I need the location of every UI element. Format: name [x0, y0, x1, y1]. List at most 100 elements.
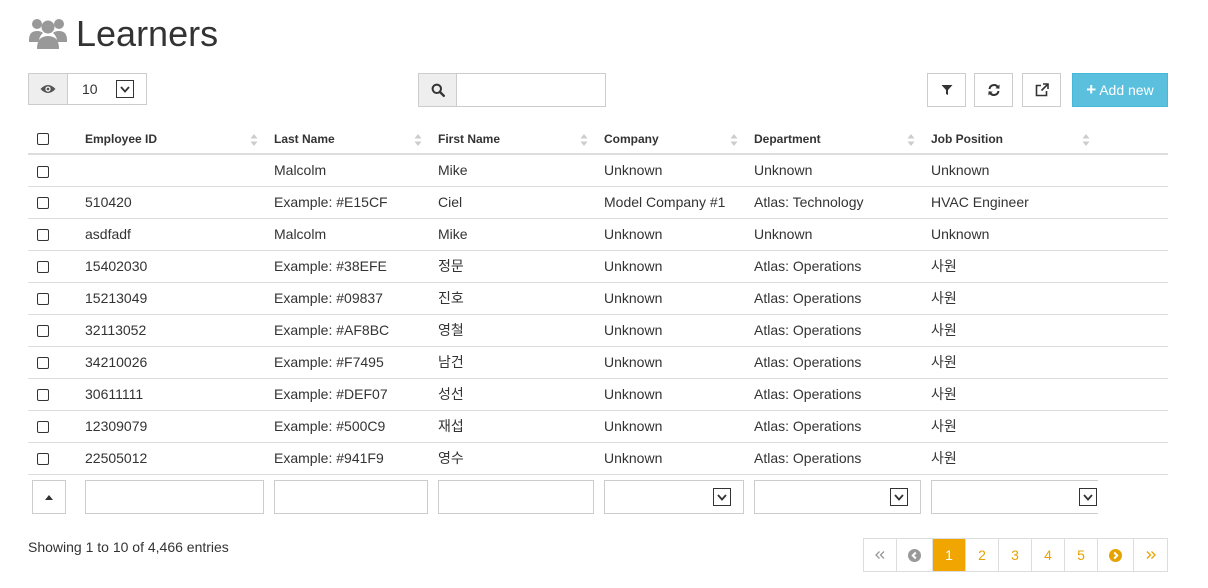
last-page-button[interactable]	[1134, 539, 1167, 571]
row-select-cell	[28, 314, 77, 347]
page-3-button[interactable]: 3	[999, 539, 1032, 571]
table-cell: 사원	[923, 442, 1098, 475]
search-icon[interactable]	[419, 74, 457, 106]
table-cell: 사원	[923, 314, 1098, 347]
table-cell: Atlas: Operations	[746, 442, 923, 475]
table-row[interactable]: 30611111 Example: #DEF07 성선 Unknown Atlas: O…	[28, 378, 1168, 411]
job-position-filter[interactable]	[931, 480, 1098, 515]
search-input[interactable]	[457, 74, 605, 106]
prev-page-button[interactable]	[897, 539, 933, 571]
row-checkbox[interactable]	[37, 165, 49, 178]
table-cell: Unknown	[596, 410, 746, 443]
next-page-button[interactable]	[1098, 539, 1134, 571]
row-checkbox[interactable]	[37, 197, 49, 210]
filter-row	[28, 474, 1168, 520]
row-checkbox[interactable]	[37, 421, 49, 434]
select-all-checkbox[interactable]	[37, 133, 49, 146]
sort-icon	[250, 134, 258, 146]
table-cell: Example: #38EFE	[266, 250, 430, 283]
actions-header	[1098, 124, 1168, 155]
column-header[interactable]: Department	[746, 124, 923, 155]
row-select-cell	[28, 154, 77, 187]
table-cell: 15213049	[77, 282, 266, 315]
table-cell: Unknown	[596, 218, 746, 251]
column-header[interactable]: Job Position	[923, 124, 1098, 155]
table-cell: 진호	[430, 282, 596, 315]
table-cell: 재섭	[430, 410, 596, 443]
last-name-filter[interactable]	[274, 480, 428, 515]
table-row[interactable]: 32113052 Example: #AF8BC 영철 Unknown Atlas: O…	[28, 314, 1168, 347]
column-header[interactable]: First Name	[430, 124, 596, 155]
table-row[interactable]: 15213049 Example: #09837 진호 Unknown Atlas: O…	[28, 282, 1168, 315]
table-cell: 12309079	[77, 410, 266, 443]
table-row[interactable]: Malcolm Mike Unknown Unknown Unknown	[28, 154, 1168, 187]
chevron-down-icon	[1079, 488, 1097, 507]
column-header-label: First Name	[438, 131, 501, 146]
table-cell: 성선	[430, 378, 596, 411]
page-size-value: 10	[82, 81, 98, 97]
double-chevron-left-icon	[875, 551, 885, 559]
table-row[interactable]: asdfadf Malcolm Mike Unknown Unknown Unknown	[28, 218, 1168, 251]
table-cell: Example: #500C9	[266, 410, 430, 443]
table-cell: Atlas: Operations	[746, 282, 923, 315]
first-name-filter[interactable]	[438, 480, 594, 515]
export-button[interactable]	[1022, 73, 1061, 107]
row-spacer	[1098, 346, 1168, 379]
row-checkbox[interactable]	[37, 293, 49, 306]
table-row[interactable]: 15402030 Example: #38EFE 정문 Unknown Atlas: O…	[28, 250, 1168, 283]
table-cell: 22505012	[77, 442, 266, 475]
page-5-button[interactable]: 5	[1065, 539, 1098, 571]
column-header-label: Employee ID	[85, 131, 158, 146]
table-cell: Unknown	[596, 346, 746, 379]
collapse-filters-button[interactable]	[32, 480, 66, 515]
row-select-cell	[28, 218, 77, 251]
table-cell: 정문	[430, 250, 596, 283]
entries-info: Showing 1 to 10 of 4,466 entries	[28, 539, 229, 555]
table-cell: 510420	[77, 186, 266, 219]
page-4-button[interactable]: 4	[1032, 539, 1065, 571]
filter-button[interactable]	[927, 73, 966, 107]
page-size-control: 10	[28, 73, 147, 105]
table-row[interactable]: 12309079 Example: #500C9 재섭 Unknown Atlas: O…	[28, 410, 1168, 443]
plus-icon: +	[1086, 80, 1097, 99]
column-header[interactable]: Employee ID	[77, 124, 266, 155]
row-checkbox[interactable]	[37, 261, 49, 274]
row-checkbox[interactable]	[37, 229, 49, 242]
table-cell: Ciel	[430, 186, 596, 219]
table-row[interactable]: 34210026 Example: #F7495 남건 Unknown Atlas: O…	[28, 346, 1168, 379]
table-row[interactable]: 510420 Example: #E15CF Ciel Model Company #…	[28, 186, 1168, 219]
row-select-cell	[28, 250, 77, 283]
table-cell: Unknown	[596, 250, 746, 283]
table-body: Malcolm Mike Unknown Unknown Unknown 510420 Ex…	[28, 154, 1168, 475]
table-cell: Example: #E15CF	[266, 186, 430, 219]
circle-chevron-right-icon	[1109, 548, 1122, 562]
row-checkbox[interactable]	[37, 325, 49, 338]
users-icon	[29, 19, 67, 49]
filter-icon	[941, 85, 952, 95]
table-cell: 사원	[923, 378, 1098, 411]
row-checkbox[interactable]	[37, 389, 49, 402]
add-new-button[interactable]: + Add new	[1072, 73, 1168, 107]
page-2-button[interactable]: 2	[966, 539, 999, 571]
column-header[interactable]: Last Name	[266, 124, 430, 155]
refresh-button[interactable]	[974, 73, 1013, 107]
department-filter[interactable]	[754, 480, 921, 515]
table-cell: Unknown	[596, 314, 746, 347]
table-cell: Mike	[430, 154, 596, 187]
table-cell: 30611111	[77, 378, 266, 411]
select-all-cell	[28, 124, 77, 155]
row-checkbox[interactable]	[37, 357, 49, 370]
first-page-button[interactable]	[864, 539, 897, 571]
table-row[interactable]: 22505012 Example: #941F9 영수 Unknown Atlas: O…	[28, 442, 1168, 475]
table-cell: Atlas: Technology	[746, 186, 923, 219]
row-checkbox[interactable]	[37, 453, 49, 466]
page-size-select[interactable]: 10	[68, 74, 146, 104]
sort-icon	[1082, 134, 1090, 146]
column-header[interactable]: Company	[596, 124, 746, 155]
table-cell: Unknown	[746, 218, 923, 251]
company-filter[interactable]	[604, 480, 744, 515]
page-1-button[interactable]: 1	[933, 539, 966, 571]
employee-id-filter[interactable]	[85, 480, 264, 515]
table-cell: HVAC Engineer	[923, 186, 1098, 219]
row-select-cell	[28, 442, 77, 475]
